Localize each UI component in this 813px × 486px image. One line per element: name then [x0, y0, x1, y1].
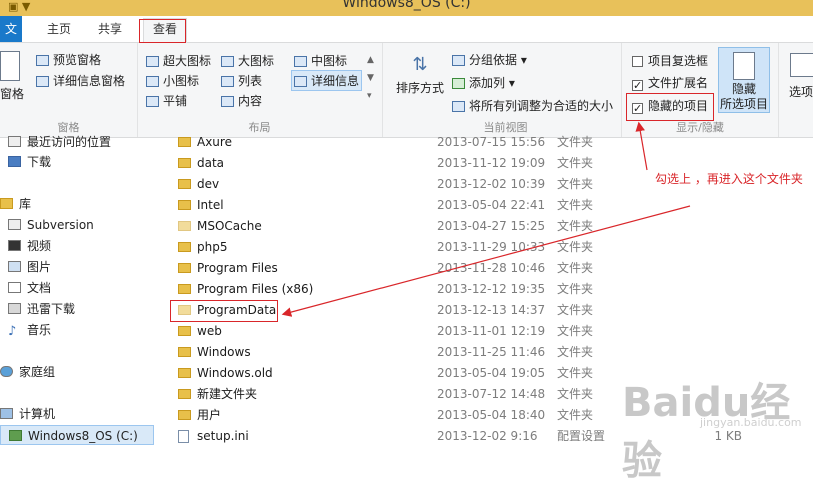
watermark-url: jingyan.baidu.com — [700, 416, 802, 429]
arrow-to-hidden-items — [635, 121, 648, 171]
annotation-text: 勾选上 ，再进入这个文件夹 — [655, 172, 803, 186]
arrow-to-programdata — [281, 205, 691, 317]
